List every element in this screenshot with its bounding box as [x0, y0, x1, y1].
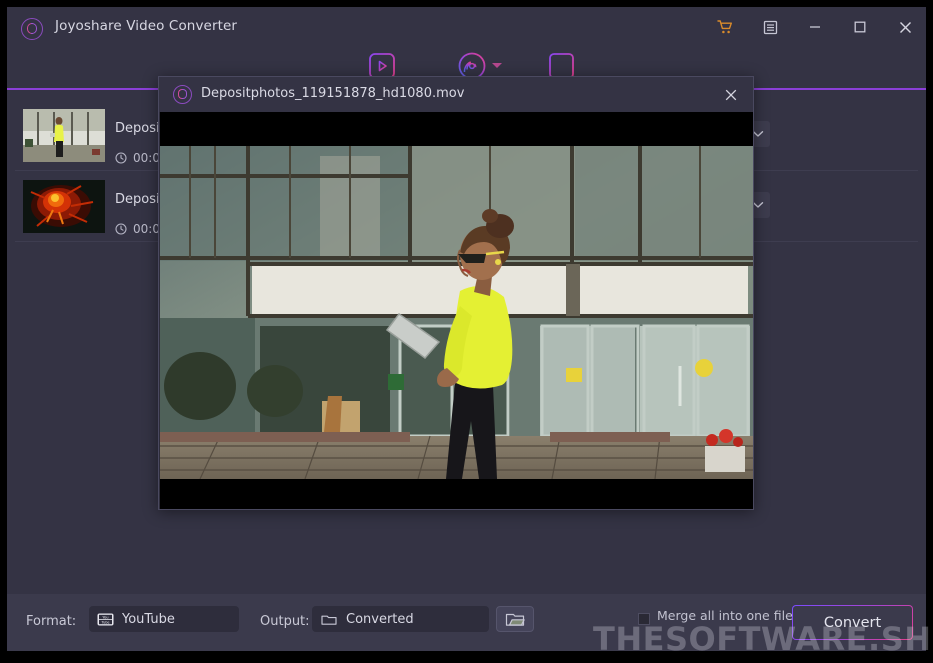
- svg-text:You: You: [102, 615, 108, 619]
- menu-icon[interactable]: [755, 17, 785, 37]
- format-value: YouTube: [122, 612, 175, 627]
- clock-icon: [115, 152, 127, 164]
- output-path-field[interactable]: Converted: [312, 606, 489, 632]
- format-label: Format:: [26, 614, 76, 629]
- video-player-area[interactable]: [160, 112, 753, 509]
- minimize-icon[interactable]: [800, 17, 830, 37]
- file-thumbnail: [23, 180, 105, 233]
- clock-icon: [115, 223, 127, 235]
- app-title: Joyoshare Video Converter: [55, 18, 237, 34]
- maximize-icon[interactable]: [845, 17, 875, 37]
- folder-icon: [321, 613, 337, 626]
- convert-button-label: Convert: [824, 615, 881, 631]
- file-thumbnail: [23, 109, 105, 162]
- dialog-title-bar: Depositphotos_119151878_hd1080.mov: [159, 77, 753, 112]
- svg-text:Tube: Tube: [101, 620, 110, 624]
- dialog-title: Depositphotos_119151878_hd1080.mov: [201, 86, 464, 101]
- open-folder-icon[interactable]: [496, 606, 534, 632]
- output-label: Output:: [260, 614, 310, 629]
- youtube-icon: You Tube: [97, 613, 114, 626]
- chevron-down-icon[interactable]: [492, 63, 502, 68]
- cart-icon[interactable]: [710, 17, 740, 37]
- close-icon[interactable]: [890, 17, 920, 37]
- format-select[interactable]: You Tube YouTube: [89, 606, 239, 632]
- title-bar: Joyoshare Video Converter: [7, 7, 926, 45]
- video-preview-dialog: Depositphotos_119151878_hd1080.mov: [158, 76, 754, 510]
- close-icon[interactable]: [719, 85, 743, 105]
- application-window: Joyoshare Video Converter: [7, 7, 926, 651]
- merge-files-checkbox[interactable]: [638, 613, 650, 625]
- convert-button[interactable]: Convert: [792, 605, 913, 640]
- merge-files-label[interactable]: Merge all into one file: [657, 608, 793, 623]
- video-frame: [160, 146, 753, 479]
- output-value: Converted: [346, 612, 414, 627]
- joyoshare-logo-icon: [173, 85, 192, 104]
- joyoshare-logo-icon: [21, 18, 43, 40]
